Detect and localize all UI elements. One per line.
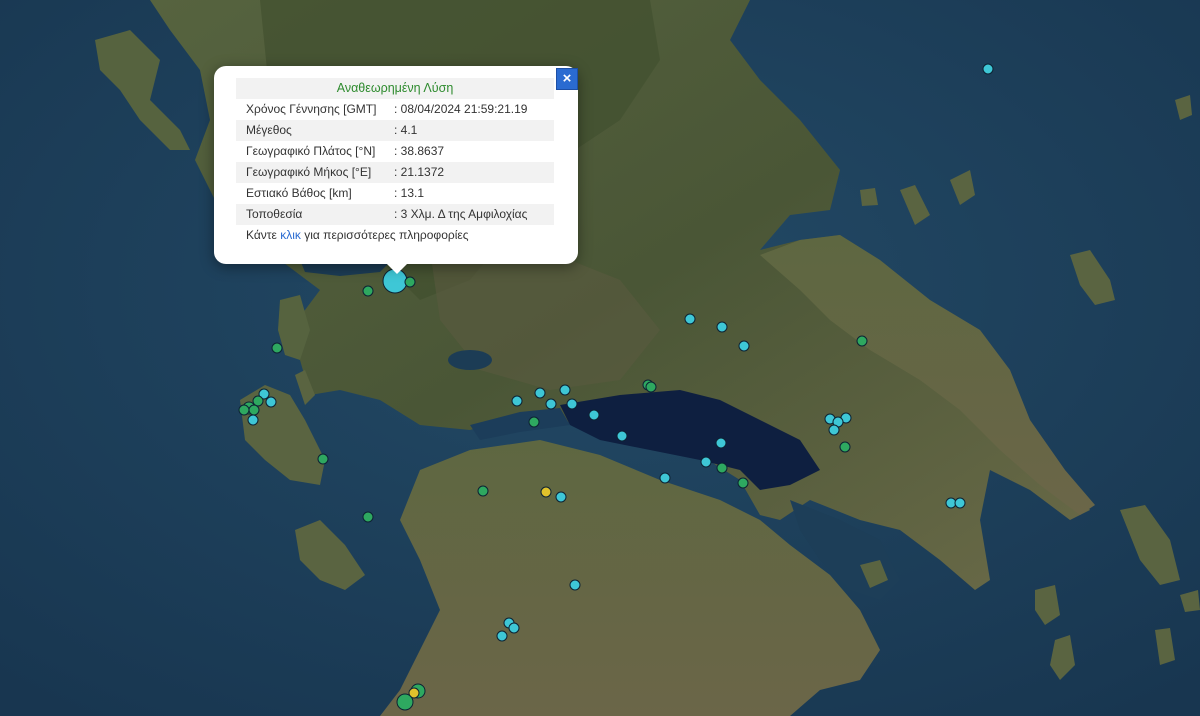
earthquake-marker[interactable] [716, 462, 728, 474]
earthquake-popup: × Αναθεωρημένη Λύση Χρόνος Γέννησης [GMT… [214, 66, 578, 274]
popup-pointer [386, 263, 408, 274]
earthquake-marker[interactable] [566, 398, 578, 410]
earthquake-marker[interactable] [716, 321, 728, 333]
more-info-line: Κάντε κλικ για περισσότερες πληροφορίες [236, 225, 554, 246]
info-label: Εστιακό Βάθος [km] [246, 186, 352, 200]
earthquake-marker[interactable] [684, 313, 696, 325]
info-row-origin-time: Χρόνος Γέννησης [GMT] : 08/04/2024 21:59… [236, 99, 554, 120]
earthquake-marker[interactable] [569, 579, 581, 591]
info-label: Τοποθεσία [246, 207, 303, 221]
earthquake-marker[interactable] [362, 511, 374, 523]
lake [448, 350, 492, 370]
earthquake-marker[interactable] [828, 424, 840, 436]
earthquake-marker[interactable] [737, 477, 749, 489]
earthquake-marker[interactable] [247, 414, 259, 426]
info-label: Χρόνος Γέννησης [GMT] [246, 102, 377, 116]
earthquake-marker[interactable] [528, 416, 540, 428]
info-label: Μέγεθος [246, 123, 292, 137]
earthquake-marker[interactable] [588, 409, 600, 421]
earthquake-marker[interactable] [715, 437, 727, 449]
earthquake-marker[interactable] [265, 396, 277, 408]
earthquake-marker[interactable] [982, 63, 994, 75]
more-info-suffix: για περισσότερες πληροφορίες [300, 228, 469, 242]
earthquake-marker[interactable] [700, 456, 712, 468]
info-label: Γεωγραφικό Μήκος [°E] [246, 165, 372, 179]
info-value: : 38.8637 [394, 144, 445, 158]
earthquake-marker[interactable] [616, 430, 628, 442]
earthquake-marker[interactable] [659, 472, 671, 484]
popup-title: Αναθεωρημένη Λύση [236, 78, 554, 99]
earthquake-marker[interactable] [252, 395, 264, 407]
info-row-longitude: Γεωγραφικό Μήκος [°E] : 21.1372 [236, 162, 554, 183]
info-value: : 13.1 [394, 186, 425, 200]
earthquake-marker[interactable] [545, 398, 557, 410]
popup-content: Αναθεωρημένη Λύση Χρόνος Γέννησης [GMT] … [236, 78, 554, 246]
earthquake-marker[interactable] [396, 693, 414, 711]
earthquake-marker[interactable] [496, 630, 508, 642]
close-button[interactable]: × [556, 68, 578, 90]
earthquake-marker[interactable] [238, 404, 250, 416]
earthquake-marker[interactable] [248, 404, 260, 416]
map-canvas[interactable] [0, 0, 1200, 716]
more-info-link[interactable]: κλικ [280, 228, 301, 242]
earthquake-marker[interactable] [534, 387, 546, 399]
info-row-depth: Εστιακό Βάθος [km] : 13.1 [236, 183, 554, 204]
more-info-prefix: Κάντε [246, 228, 281, 242]
info-value: : 08/04/2024 21:59:21.19 [394, 102, 528, 116]
earthquake-marker[interactable] [856, 335, 868, 347]
earthquake-marker[interactable] [559, 384, 571, 396]
info-label: Γεωγραφικό Πλάτος [°N] [246, 144, 376, 158]
earthquake-marker[interactable] [271, 342, 283, 354]
earthquake-marker[interactable] [839, 441, 851, 453]
aegean-island-9 [860, 188, 878, 206]
info-value: : 4.1 [394, 123, 418, 137]
earthquake-marker[interactable] [511, 395, 523, 407]
earthquake-marker[interactable] [362, 285, 374, 297]
earthquake-marker[interactable] [508, 622, 520, 634]
info-row-latitude: Γεωγραφικό Πλάτος [°N] : 38.8637 [236, 141, 554, 162]
earthquake-marker[interactable] [555, 491, 567, 503]
info-value: : 3 Χλμ. Δ της Αμφιλοχίας [394, 207, 528, 221]
earthquake-marker[interactable] [404, 276, 416, 288]
info-row-location: Τοποθεσία : 3 Χλμ. Δ της Αμφιλοχίας [236, 204, 554, 225]
earthquake-marker[interactable] [317, 453, 329, 465]
earthquake-marker[interactable] [954, 497, 966, 509]
earthquake-marker[interactable] [645, 381, 657, 393]
earthquake-marker[interactable] [540, 486, 552, 498]
info-value: : 21.1372 [394, 165, 445, 179]
earthquake-marker[interactable] [477, 485, 489, 497]
earthquake-marker[interactable] [738, 340, 750, 352]
info-row-magnitude: Μέγεθος : 4.1 [236, 120, 554, 141]
